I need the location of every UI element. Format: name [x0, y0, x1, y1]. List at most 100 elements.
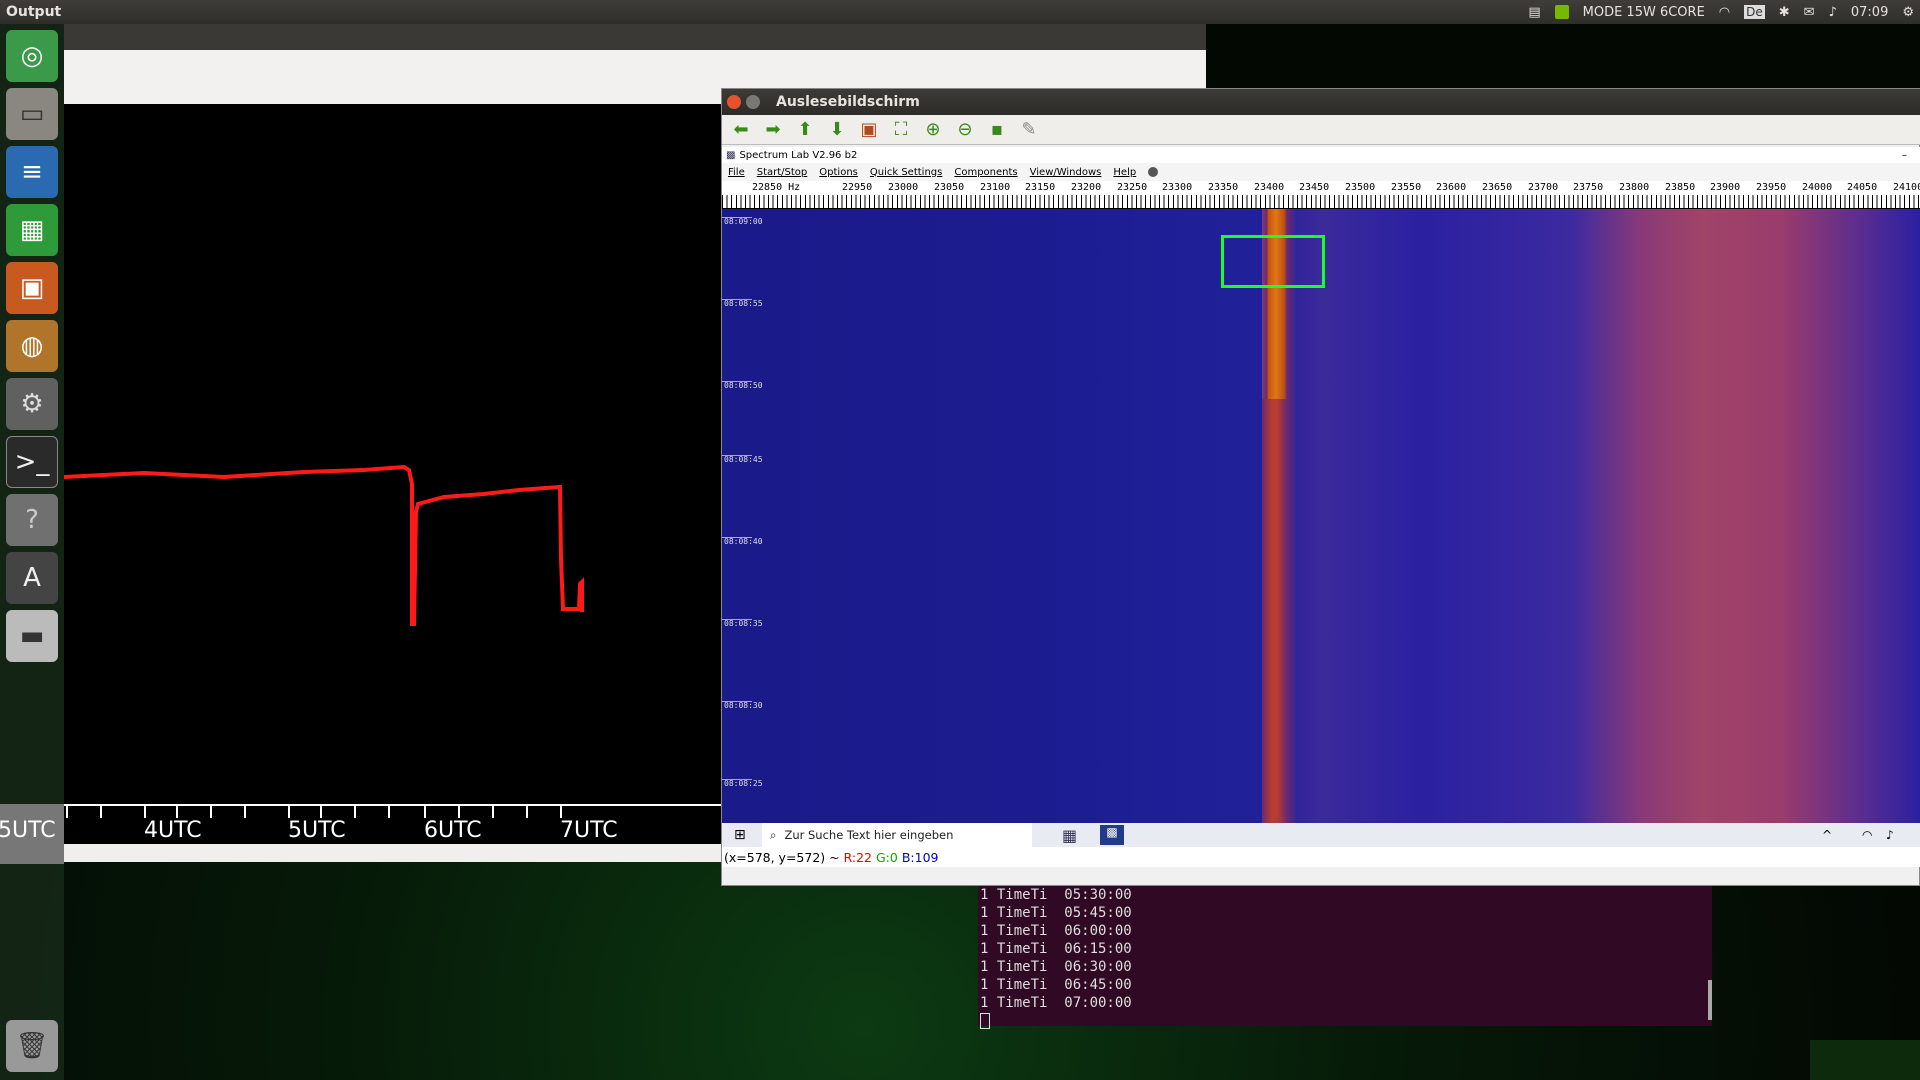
arrow-left-icon[interactable]: ⬅	[730, 119, 752, 141]
freq-label: 23150	[1025, 182, 1056, 193]
ubuntu-dash-icon[interactable]: ◎	[6, 30, 58, 82]
cursor-coords: (x=578, y=572) ~	[724, 849, 840, 865]
terminal-prompt[interactable]	[980, 1012, 1712, 1030]
menu-quick-settings[interactable]: Quick Settings	[870, 167, 942, 178]
tray-chevron-icon[interactable]: ^	[1822, 828, 1832, 842]
calc-icon[interactable]: ▦	[6, 204, 58, 256]
terminal-scrollbar[interactable]	[1708, 980, 1712, 1020]
freq-label: 24050	[1847, 182, 1878, 193]
terminal-line: 1 TimeTi 06:30:00	[980, 959, 1132, 975]
terminal-window[interactable]: 1 TimeTi 05:30:00 1 TimeTi 05:45:00 1 Ti…	[978, 886, 1712, 1029]
network-icon[interactable]: ◠	[1862, 828, 1872, 842]
active-window-title: Output	[6, 4, 62, 20]
frequency-ticks	[722, 195, 1920, 208]
freq-label: 23000	[888, 182, 919, 193]
record-indicator-icon[interactable]	[1148, 167, 1159, 177]
disk-icon[interactable]: ▬	[6, 610, 58, 662]
menu-options[interactable]: Options	[819, 167, 858, 178]
blue-value: B:109	[901, 849, 939, 865]
help-icon[interactable]: ?	[6, 494, 58, 546]
wifi-icon[interactable]: ◠	[1719, 5, 1730, 20]
bluetooth-icon[interactable]: ✱	[1779, 5, 1790, 20]
spectrum-window: Auslesebildschirm ⬅ ➡ ⬆ ⬇ ▣ ⛶ ⊕ ⊖ ▪ ✎ ▩ …	[721, 88, 1920, 886]
mail-icon[interactable]: ✉	[1804, 5, 1815, 20]
brush-icon[interactable]: ✎	[1018, 119, 1040, 141]
impress-icon[interactable]: ▣	[6, 262, 58, 314]
gear-icon[interactable]: ⚙	[1902, 5, 1914, 20]
nvidia-icon[interactable]	[1554, 5, 1569, 19]
image-icon[interactable]: ▣	[858, 119, 880, 141]
freq-label: 23650	[1482, 182, 1513, 193]
speaker-icon[interactable]: ♪	[1886, 828, 1894, 842]
windows-start-icon[interactable]: ⊞	[734, 827, 746, 843]
writer-icon[interactable]: ≡	[6, 146, 58, 198]
freq-label: 23850	[1665, 182, 1696, 193]
windows-taskbar: ⊞ ⌕ Zur Suche Text hier eingeben ▦ ▩ ^ ◠…	[722, 823, 1920, 847]
software-updater-icon[interactable]: A	[6, 552, 58, 604]
search-icon: ⌕	[770, 827, 777, 842]
save-icon[interactable]: ▪	[986, 119, 1008, 141]
search-placeholder: Zur Suche Text hier eingeben	[784, 828, 954, 842]
freq-label: 23450	[1299, 182, 1330, 193]
menu-start-stop[interactable]: Start/Stop	[757, 167, 808, 178]
signal-plot	[63, 104, 722, 804]
frequency-scale: 22850 Hz 22950 23000 23050 23100 23150 2…	[722, 181, 1920, 209]
menu-view-windows[interactable]: View/Windows	[1030, 167, 1102, 178]
freq-label: 24000	[1802, 182, 1833, 193]
freq-label: 23350	[1208, 182, 1239, 193]
arrow-up-icon[interactable]: ⬆	[794, 119, 816, 141]
time-label: 08:08:35	[724, 619, 763, 628]
window-title: Auslesebildschirm	[776, 94, 920, 110]
app-titlebar: ▩ Spectrum Lab V2.96 b2 –	[722, 147, 1920, 163]
nvidia-mode-label[interactable]: MODE 15W 6CORE	[1583, 5, 1705, 20]
freq-label: 23550	[1391, 182, 1422, 193]
freq-label: 22950	[842, 182, 873, 193]
menu-components[interactable]: Components	[954, 167, 1017, 178]
arrow-down-icon[interactable]: ⬇	[826, 119, 848, 141]
spectrogram-waterfall[interactable]: 08:09:00 08:08:55 08:08:50 08:08:45 08:0…	[722, 209, 1920, 823]
calculator-icon[interactable]: ▦	[1062, 826, 1077, 845]
red-value: R:22	[843, 849, 873, 865]
time-axis: 5UTC 4UTC 5UTC 6UTC 7UTC	[0, 804, 722, 844]
time-label: 08:08:25	[724, 779, 763, 788]
utc-label: 6UTC	[424, 818, 482, 843]
freq-label: 23050	[934, 182, 965, 193]
software-center-icon[interactable]: ◍	[6, 320, 58, 372]
clipboard-icon[interactable]: ▤	[1528, 5, 1540, 20]
spectrum-lab-taskbar-icon[interactable]: ▩	[1100, 825, 1124, 845]
fit-icon[interactable]: ⛶	[890, 119, 912, 141]
terminal-icon[interactable]: >_	[6, 436, 58, 488]
app-icon: ▩	[726, 149, 736, 161]
freq-label: 23200	[1071, 182, 1102, 193]
zoom-in-icon[interactable]: ⊕	[922, 119, 944, 141]
app-minimize-icon[interactable]: –	[1902, 150, 1907, 161]
zoom-out-icon[interactable]: ⊖	[954, 119, 976, 141]
viewer-toolbar: ⬅ ➡ ⬆ ⬇ ▣ ⛶ ⊕ ⊖ ▪ ✎	[722, 115, 1920, 145]
time-label: 08:08:55	[724, 299, 763, 308]
close-icon[interactable]	[727, 95, 741, 109]
volume-icon[interactable]: ♪	[1829, 5, 1837, 20]
system-settings-icon[interactable]: ⚙	[6, 378, 58, 430]
terminal-line: 1 TimeTi 06:15:00	[980, 941, 1132, 957]
trash-icon[interactable]: 🗑	[6, 1020, 58, 1072]
arrow-right-icon[interactable]: ➡	[762, 119, 784, 141]
keyboard-layout-indicator[interactable]: De	[1744, 5, 1765, 19]
window-titlebar: Auslesebildschirm	[722, 89, 1920, 115]
top-panel: Output ▤ MODE 15W 6CORE ◠ De ✱ ✉ ♪ 07:09…	[0, 0, 1920, 24]
utc-label: 7UTC	[560, 818, 618, 843]
time-label: 08:08:45	[724, 455, 763, 464]
minimize-icon[interactable]	[746, 95, 760, 109]
menu-help[interactable]: Help	[1113, 167, 1136, 178]
freq-label: 22850 Hz	[752, 182, 801, 193]
menu-file[interactable]: File	[728, 167, 745, 178]
taskbar-search[interactable]: ⌕ Zur Suche Text hier eingeben	[762, 823, 1032, 847]
time-label: 08:09:00	[724, 217, 763, 226]
terminal-line: 1 TimeTi 06:45:00	[980, 977, 1132, 993]
freq-label: 23400	[1254, 182, 1285, 193]
clock[interactable]: 07:09	[1851, 5, 1888, 20]
nvidia-wallpaper-logo	[1810, 1040, 1920, 1080]
freq-label: 23750	[1573, 182, 1604, 193]
utc-label: 4UTC	[144, 818, 202, 843]
output-window-bottom	[64, 844, 722, 862]
files-icon[interactable]: ▭	[6, 88, 58, 140]
